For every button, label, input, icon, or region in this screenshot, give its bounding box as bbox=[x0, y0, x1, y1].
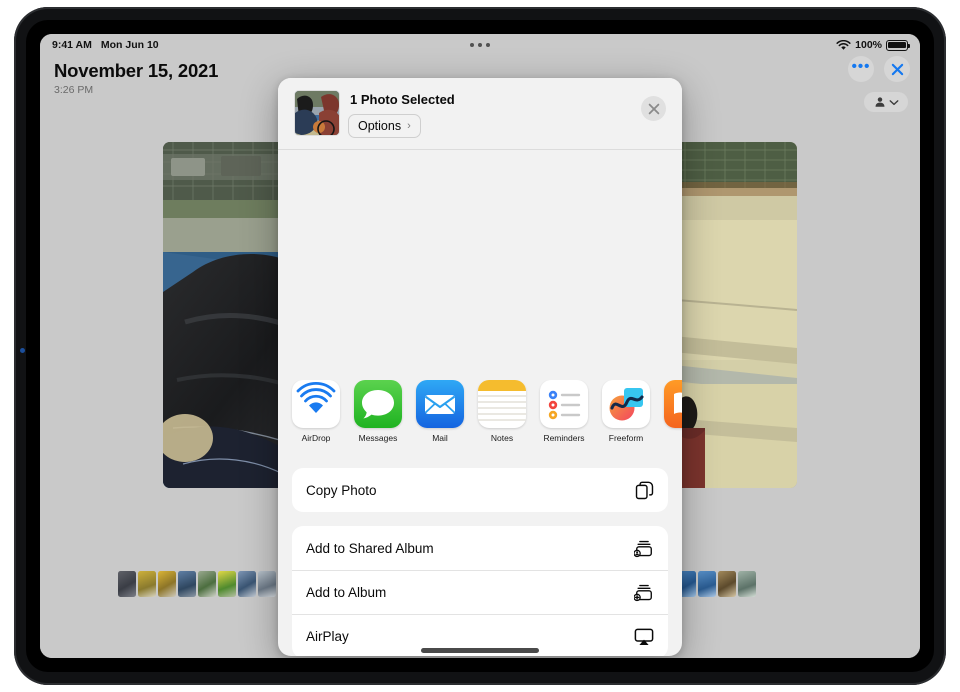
share-sheet-header: 1 Photo Selected Options › bbox=[278, 78, 682, 150]
reminders-icon bbox=[540, 380, 588, 428]
app-label: Freeform bbox=[608, 433, 644, 443]
filmstrip-thumb[interactable] bbox=[218, 571, 236, 597]
ipad-device-frame: 9:41 AM Mon Jun 10 100% November 15, 202… bbox=[0, 0, 960, 692]
share-sheet: 1 Photo Selected Options › AirDrop Messa… bbox=[278, 78, 682, 656]
page-subtitle: 3:26 PM bbox=[54, 84, 94, 96]
filmstrip-thumb[interactable] bbox=[198, 571, 216, 597]
multitasking-dots-icon[interactable] bbox=[470, 43, 490, 47]
action-label: Add to Album bbox=[306, 585, 387, 600]
battery-icon bbox=[886, 39, 911, 51]
filmstrip-thumb[interactable] bbox=[178, 571, 196, 597]
mail-icon bbox=[416, 380, 464, 428]
close-icon[interactable] bbox=[641, 96, 666, 121]
messages-icon bbox=[354, 380, 402, 428]
airdrop-icon bbox=[292, 380, 340, 428]
page-title: November 15, 2021 bbox=[54, 60, 219, 81]
share-app-books[interactable]: B bbox=[664, 380, 682, 443]
filmstrip-thumb[interactable] bbox=[258, 571, 276, 597]
person-icon bbox=[875, 97, 884, 107]
filmstrip-thumb[interactable] bbox=[738, 571, 756, 597]
filmstrip-thumb[interactable] bbox=[118, 571, 136, 597]
wifi-icon bbox=[836, 39, 851, 50]
people-filter-button[interactable] bbox=[864, 92, 908, 112]
share-app-freeform[interactable]: Freeform bbox=[602, 380, 650, 443]
share-app-airdrop[interactable]: AirDrop bbox=[292, 380, 340, 443]
copy-icon bbox=[634, 480, 654, 500]
app-label: Reminders bbox=[543, 433, 585, 443]
notes-icon bbox=[478, 380, 526, 428]
app-label: AirDrop bbox=[301, 433, 331, 443]
options-label: Options bbox=[358, 119, 402, 133]
header-actions: ••• bbox=[848, 56, 910, 82]
app-label: Mail bbox=[432, 433, 448, 443]
filmstrip-thumb[interactable] bbox=[718, 571, 736, 597]
share-sheet-thumbnail bbox=[294, 90, 340, 136]
filmstrip-thumb[interactable] bbox=[238, 571, 256, 597]
share-app-mail[interactable]: Mail bbox=[416, 380, 464, 443]
status-led-indicator bbox=[20, 348, 25, 353]
action-label: AirPlay bbox=[306, 629, 349, 644]
action-row-add-to-album[interactable]: Add to Album bbox=[292, 570, 668, 614]
ellipsis-icon[interactable]: ••• bbox=[848, 56, 874, 82]
share-app-row[interactable]: AirDrop Messages Mail Notes Reminders Fr… bbox=[278, 380, 682, 458]
filmstrip-thumb[interactable] bbox=[158, 571, 176, 597]
app-label: B bbox=[664, 433, 682, 443]
status-bar-right: 100% bbox=[836, 39, 911, 51]
filmstrip-thumb[interactable] bbox=[698, 571, 716, 597]
airplay-icon bbox=[634, 627, 654, 647]
action-group-copy: Copy Photo bbox=[292, 468, 668, 512]
shared-album-icon bbox=[634, 538, 654, 558]
ipad-screen: 9:41 AM Mon Jun 10 100% November 15, 202… bbox=[40, 34, 920, 658]
action-group-albums: Add to Shared Album Add to Album AirPlay bbox=[292, 526, 668, 656]
status-bar: 9:41 AM Mon Jun 10 100% bbox=[40, 34, 920, 56]
options-button[interactable]: Options › bbox=[348, 114, 421, 138]
chevron-down-icon bbox=[889, 99, 898, 105]
chevron-right-icon: › bbox=[407, 120, 411, 132]
action-row-copy-photo[interactable]: Copy Photo bbox=[292, 468, 668, 512]
action-row-add-to-shared-album[interactable]: Add to Shared Album bbox=[292, 526, 668, 570]
books-icon bbox=[664, 380, 682, 428]
status-time: 9:41 AM bbox=[52, 39, 92, 51]
share-app-messages[interactable]: Messages bbox=[354, 380, 402, 443]
share-app-notes[interactable]: Notes bbox=[478, 380, 526, 443]
freeform-icon bbox=[602, 380, 650, 428]
action-label: Copy Photo bbox=[306, 482, 377, 498]
app-label: Messages bbox=[358, 433, 398, 443]
share-app-reminders[interactable]: Reminders bbox=[540, 380, 588, 443]
add-album-icon bbox=[634, 583, 654, 603]
close-x-icon[interactable] bbox=[884, 56, 910, 82]
status-date: Mon Jun 10 bbox=[100, 39, 159, 51]
status-bar-left: 9:41 AM Mon Jun 10 bbox=[52, 39, 159, 51]
share-sheet-title: 1 Photo Selected bbox=[350, 92, 455, 107]
app-label: Notes bbox=[490, 433, 514, 443]
filmstrip-thumb[interactable] bbox=[138, 571, 156, 597]
battery-percent-label: 100% bbox=[855, 39, 882, 51]
home-indicator bbox=[421, 648, 539, 653]
action-label: Add to Shared Album bbox=[306, 540, 434, 556]
